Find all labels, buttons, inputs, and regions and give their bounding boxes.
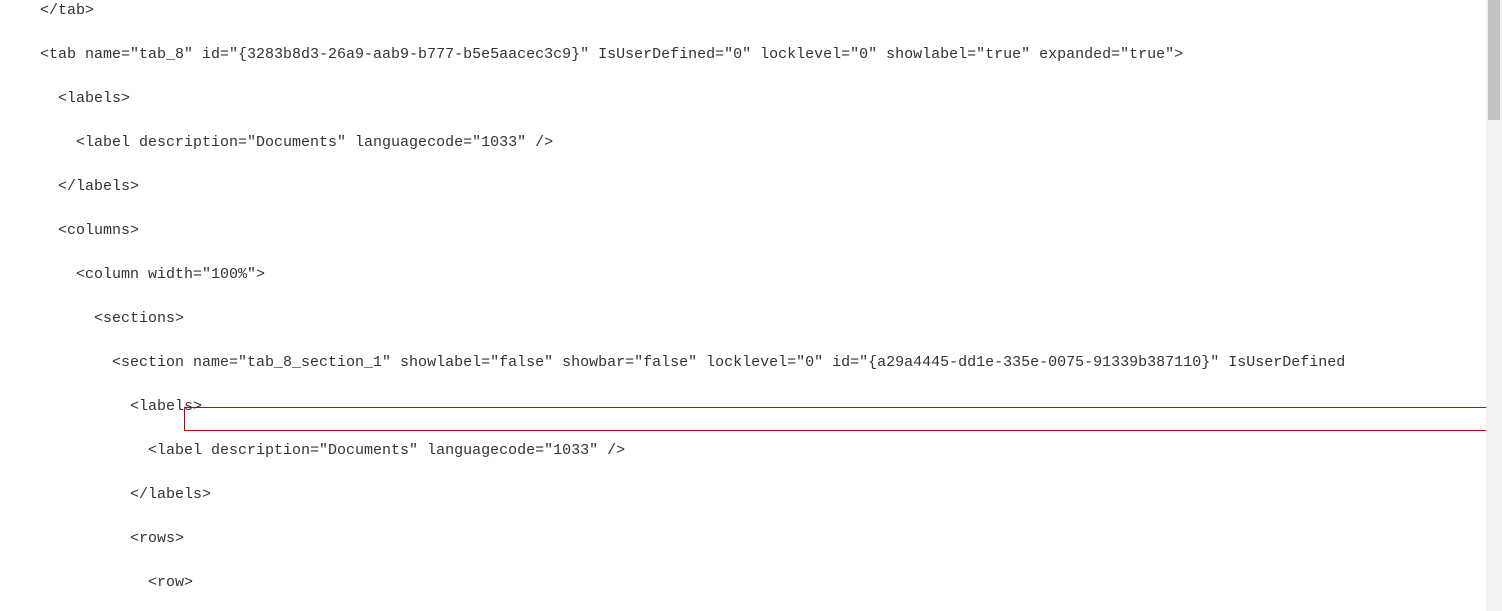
code-line: <columns> [40,220,1502,242]
xml-code-block: </tab> <tab name="tab_8" id="{3283b8d3-2… [0,0,1502,611]
code-line: </tab> [40,0,1502,22]
code-line: <column width="100%"> [40,264,1502,286]
code-line: <labels> [40,88,1502,110]
code-line: <labels> [40,396,1502,418]
code-line: <label description="Documents" languagec… [40,440,1502,462]
code-line: <section name="tab_8_section_1" showlabe… [40,352,1502,374]
code-line: </labels> [40,484,1502,506]
code-line: </labels> [40,176,1502,198]
code-line: <sections> [40,308,1502,330]
code-line: <tab name="tab_8" id="{3283b8d3-26a9-aab… [40,44,1502,66]
code-line: <label description="Documents" languagec… [40,132,1502,154]
code-line: <rows> [40,528,1502,550]
vertical-scrollbar-thumb[interactable] [1488,0,1500,120]
code-line: <row> [40,572,1502,594]
